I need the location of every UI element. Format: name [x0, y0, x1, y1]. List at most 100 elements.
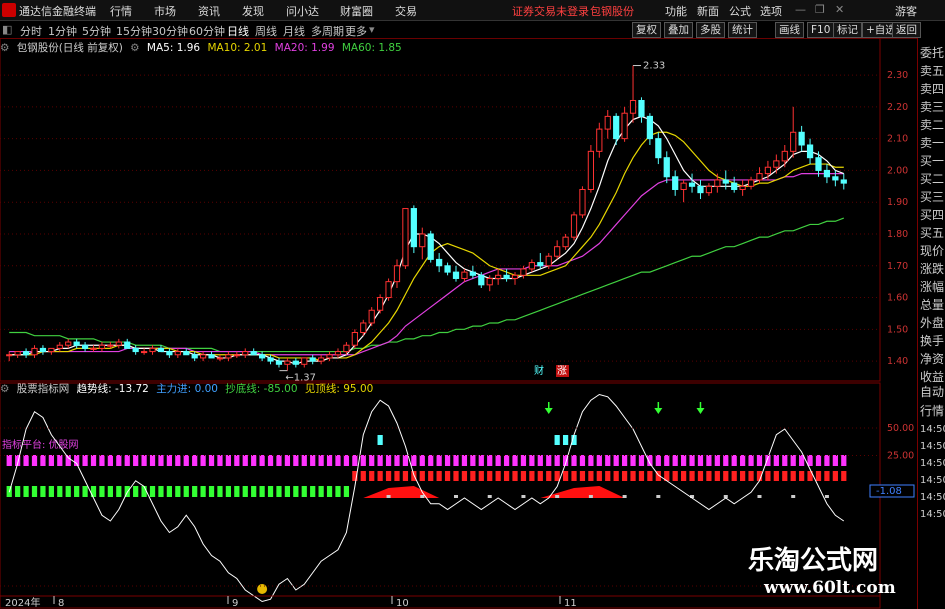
menu-item-markets[interactable]: 市场	[154, 3, 176, 19]
red-bar	[748, 471, 754, 481]
magenta-bar	[428, 455, 434, 466]
main-force-bar	[554, 435, 560, 445]
date-tick-label: 11	[564, 598, 577, 609]
guest-user[interactable]: 游客	[895, 3, 917, 19]
magenta-bar	[512, 455, 518, 466]
tf-weekly[interactable]: 周线	[255, 23, 277, 39]
tf-monthly[interactable]: 月线	[283, 23, 305, 39]
moving-average-lines	[9, 115, 844, 365]
menu-item-formula[interactable]: 公式	[729, 3, 751, 19]
marker	[555, 495, 560, 498]
magenta-bar	[99, 455, 105, 466]
green-bar	[183, 486, 189, 497]
green-bar	[343, 486, 350, 497]
main-force-bar	[562, 435, 569, 445]
candle-body	[469, 271, 476, 276]
close-icon[interactable]: ✕	[835, 3, 844, 16]
adjust-button[interactable]: 复权	[632, 22, 661, 38]
indicator-settings-icon[interactable]: ⚙	[0, 383, 9, 395]
marker	[824, 495, 829, 498]
candle-body	[385, 281, 392, 299]
login-notice[interactable]: 证券交易未登录	[512, 3, 589, 19]
red-bar	[503, 471, 510, 481]
kline-chart[interactable]: 2.30 2.20 2.10 2.00 1.90 1.80 1.70 1.60 1.50 1.40…	[0, 38, 917, 609]
candle-body	[444, 265, 451, 273]
back-button[interactable]: 返回	[892, 22, 921, 38]
tf-multi[interactable]: 多周期	[311, 23, 344, 39]
tf-15min[interactable]: 15分钟	[116, 23, 152, 39]
green-bar	[141, 486, 147, 497]
restore-icon[interactable]: ❐	[815, 3, 825, 16]
green-bar	[251, 486, 257, 497]
price-tick-label: 1.80	[887, 229, 908, 240]
candle-body	[621, 112, 628, 140]
candle-body	[56, 344, 63, 349]
marker	[386, 495, 391, 498]
menu-item-news[interactable]: 资讯	[198, 3, 220, 19]
green-bar	[158, 486, 164, 497]
candle-body	[478, 274, 485, 286]
draw-line-button[interactable]: 画线	[775, 22, 804, 38]
high-price-label: 2.33	[643, 61, 665, 72]
side-item[interactable]: 14:50	[920, 508, 945, 522]
magenta-bar	[326, 455, 333, 466]
overlay-button[interactable]: 叠加	[664, 22, 693, 38]
tf-intraday[interactable]: 分时	[20, 23, 42, 39]
menu-item-options[interactable]: 选项	[760, 3, 782, 19]
tf-5min[interactable]: 5分钟	[82, 23, 111, 39]
red-bar	[529, 471, 535, 481]
candle-body	[436, 258, 443, 267]
magenta-bar	[461, 455, 468, 466]
side-item[interactable]: 14:50	[920, 491, 945, 505]
marker	[656, 495, 661, 498]
menu-item-market[interactable]: 行情	[110, 3, 132, 19]
statistics-button[interactable]: 统计	[728, 22, 757, 38]
price-tick-label: 1.90	[887, 197, 908, 208]
minimize-icon[interactable]: —	[795, 3, 806, 16]
indicator-name[interactable]: 股票指标网	[17, 383, 70, 395]
candle-body	[815, 157, 822, 171]
side-item: 买三	[920, 190, 945, 204]
ma20-line	[9, 172, 844, 356]
side-item[interactable]: 14:50	[920, 457, 945, 471]
side-item[interactable]: 14:50	[920, 423, 945, 437]
green-bar	[57, 486, 63, 497]
main-force-label: 主力进: 0.00	[156, 383, 218, 395]
chart-settings-icon[interactable]: ⚙	[0, 42, 9, 54]
side-item[interactable]: 14:50	[920, 474, 945, 488]
side-item[interactable]: 行情	[920, 402, 945, 420]
red-bar	[419, 471, 425, 481]
menu-item-trade[interactable]: 交易	[395, 3, 417, 19]
tf-1min[interactable]: 1分钟	[48, 23, 77, 39]
menu-item-discover[interactable]: 发现	[242, 3, 264, 19]
green-bar	[65, 486, 71, 497]
side-item[interactable]: 自动	[920, 383, 945, 401]
ma-settings-icon[interactable]: ⚙	[130, 42, 139, 54]
red-bar	[394, 471, 400, 481]
menu-item-new-page[interactable]: 新面	[697, 3, 719, 19]
mark-button[interactable]: 标记	[833, 22, 862, 38]
candle-body	[672, 176, 679, 190]
tf-60min[interactable]: 60分钟	[189, 23, 225, 39]
candle-body	[697, 185, 704, 194]
candlesticks	[6, 65, 847, 371]
magenta-bar	[385, 455, 392, 466]
red-bar	[765, 471, 771, 481]
tf-daily[interactable]: 日线	[227, 23, 249, 39]
magenta-bar	[740, 455, 746, 466]
side-item[interactable]: 14:50	[920, 440, 945, 454]
f10-button[interactable]: F10	[807, 22, 835, 38]
candle-body	[419, 233, 426, 248]
side-item: 卖一	[920, 136, 945, 150]
more-chevron-icon[interactable]: ▾	[369, 23, 375, 36]
price-tick-label: 2.10	[887, 134, 908, 145]
red-bar	[731, 471, 737, 481]
multi-stock-button[interactable]: 多股	[696, 22, 725, 38]
menu-item-ask[interactable]: 问小达	[286, 3, 319, 19]
chart-nav-icon[interactable]: ◧	[2, 23, 12, 36]
tf-more[interactable]: 更多	[345, 23, 367, 39]
menu-item-wealth[interactable]: 财富圈	[340, 3, 373, 19]
tf-30min[interactable]: 30分钟	[152, 23, 188, 39]
menu-item-function[interactable]: 功能	[665, 3, 687, 19]
candle-body	[638, 99, 645, 117]
